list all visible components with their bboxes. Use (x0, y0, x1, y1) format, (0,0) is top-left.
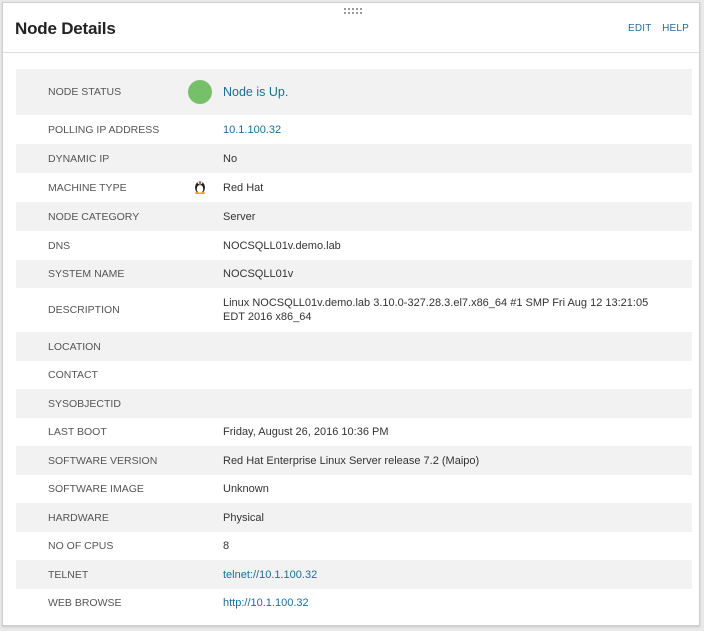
detail-label: CONTACT (48, 369, 98, 381)
detail-label: LOCATION (16, 332, 177, 361)
detail-label: DNS (48, 239, 71, 252)
detail-label: SOFTWARE IMAGE (48, 483, 144, 495)
help-link[interactable]: HELP (662, 23, 689, 34)
detail-row-system-name: SYSTEM NAME NOCSQLL01v (16, 260, 692, 288)
detail-row-node-category: NODE CATEGORY Server (16, 202, 692, 231)
detail-label: NO OF CPUS (48, 540, 114, 552)
status-up-dot-icon (188, 80, 212, 104)
detail-row-cpus: NO OF CPUS 8 (16, 532, 692, 560)
detail-value: 8 (223, 540, 230, 552)
linux-tux-icon (194, 179, 206, 197)
web-browse-link[interactable]: http://10.1.100.32 (223, 589, 692, 617)
panel-title: Node Details (15, 19, 116, 38)
telnet-link[interactable]: telnet://10.1.100.32 (223, 560, 692, 589)
detail-label: WEB BROWSE (48, 597, 122, 609)
detail-row-software-version: SOFTWARE VERSION Red Hat Enterprise Linu… (16, 446, 692, 475)
detail-value: Physical (223, 503, 692, 532)
details-table: NODE STATUS Node is Up. POLLING IP ADDRE… (16, 69, 692, 617)
detail-value: Friday, August 26, 2016 10:36 PM (223, 426, 389, 438)
detail-row-dynamic-ip: DYNAMIC IP No (16, 144, 692, 173)
detail-value (223, 361, 692, 389)
detail-value[interactable]: Node is Up. (223, 69, 692, 115)
detail-value: Red Hat Enterprise Linux Server release … (223, 446, 692, 475)
detail-label: HARDWARE (16, 503, 177, 532)
detail-row-contact: CONTACT (16, 361, 692, 389)
detail-row-description: DESCRIPTION Linux NOCSQLL01v.demo.lab 3.… (16, 288, 692, 332)
detail-value: Server (223, 202, 692, 231)
header-links: EDIT HELP (622, 18, 689, 36)
detail-label: DYNAMIC IP (16, 144, 177, 173)
edit-link[interactable]: EDIT (628, 23, 652, 34)
detail-label: TELNET (16, 560, 177, 589)
detail-row-sysobjectid: SYSOBJECTID (16, 389, 692, 418)
detail-label: NODE STATUS (16, 69, 177, 115)
detail-value: No (223, 144, 692, 173)
detail-value: NOCSQLL01v.demo.lab (223, 239, 341, 252)
detail-value (223, 389, 692, 418)
detail-label: SYSTEM NAME (16, 260, 177, 288)
detail-row-location: LOCATION (16, 332, 692, 361)
detail-row-software-image: SOFTWARE IMAGE Unknown (16, 475, 692, 503)
detail-row-machine-type: MACHINE TYPE Red Hat (16, 173, 692, 202)
detail-value: NOCSQLL01v (223, 260, 692, 288)
detail-row-telnet: TELNET telnet://10.1.100.32 (16, 560, 692, 589)
detail-row-last-boot: LAST BOOT Friday, August 26, 2016 10:36 … (16, 418, 692, 446)
detail-row-web-browse: WEB BROWSE http://10.1.100.32 (16, 589, 692, 617)
detail-row-hardware: HARDWARE Physical (16, 503, 692, 532)
detail-row-polling-ip: POLLING IP ADDRESS 10.1.100.32 (16, 115, 692, 144)
detail-label: MACHINE TYPE (48, 181, 127, 194)
detail-row-node-status: NODE STATUS Node is Up. (16, 69, 692, 115)
detail-value: Unknown (223, 483, 269, 495)
detail-label: DESCRIPTION (48, 304, 120, 316)
detail-label: POLLING IP ADDRESS (48, 123, 160, 136)
detail-row-dns: DNS NOCSQLL01v.demo.lab (16, 231, 692, 260)
detail-label: SYSOBJECTID (16, 389, 177, 418)
node-details-panel: Node Details EDIT HELP NODE STATUS Node … (2, 2, 700, 626)
detail-label: LAST BOOT (48, 426, 107, 438)
panel-header: Node Details EDIT HELP (3, 3, 699, 53)
detail-value (223, 332, 692, 361)
detail-label: SOFTWARE VERSION (16, 446, 177, 475)
detail-label: NODE CATEGORY (16, 202, 177, 231)
detail-value: Red Hat (223, 181, 264, 194)
detail-value: Linux NOCSQLL01v.demo.lab 3.10.0-327.28.… (223, 297, 649, 323)
detail-value[interactable]: 10.1.100.32 (223, 115, 692, 144)
